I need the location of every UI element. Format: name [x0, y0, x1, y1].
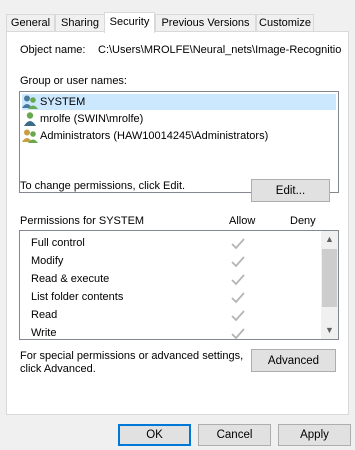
- ok-button[interactable]: OK: [118, 424, 191, 446]
- allow-column-header: Allow: [229, 215, 256, 227]
- advanced-button[interactable]: Advanced: [251, 349, 336, 372]
- permissions-scrollbar[interactable]: ▲ ▼: [321, 231, 338, 339]
- group-user-list[interactable]: SYSTEM mrolfe (SWIN\mrolfe) Administrato…: [19, 91, 339, 193]
- allow-checkmark-icon: [231, 292, 245, 304]
- tab-previous-versions[interactable]: Previous Versions: [155, 14, 256, 31]
- list-item-label: SYSTEM: [40, 96, 86, 108]
- object-name-label: Object name:: [20, 44, 86, 56]
- allow-checkmark-icon: [231, 256, 245, 268]
- group-user-names-label: Group or user names:: [20, 75, 127, 87]
- allow-checkmark-icon: [231, 328, 245, 339]
- permission-row-full-control: Full control: [31, 234, 85, 252]
- list-item-system[interactable]: SYSTEM: [22, 94, 336, 110]
- allow-checkmark-icon: [231, 310, 245, 322]
- user-group-icon: [22, 128, 38, 144]
- allow-checkmark-icon: [231, 274, 245, 286]
- permission-row-list-folder-contents: List folder contents: [31, 288, 123, 306]
- apply-button[interactable]: Apply: [278, 424, 351, 446]
- object-name-value: C:\Users\MROLFE\Neural_nets\Image-Recogn…: [98, 44, 342, 56]
- advanced-text-line2: click Advanced.: [20, 363, 96, 375]
- tab-general[interactable]: General: [6, 14, 55, 31]
- user-group-icon: [22, 94, 38, 110]
- edit-button[interactable]: Edit...: [251, 179, 330, 202]
- change-permissions-text: To change permissions, click Edit.: [20, 180, 186, 192]
- permission-row-read-execute: Read & execute: [31, 270, 109, 288]
- permission-label: Modify: [31, 255, 64, 267]
- deny-column-header: Deny: [290, 215, 316, 227]
- permission-label: Read: [31, 309, 58, 321]
- tab-customize[interactable]: Customize: [256, 14, 314, 31]
- permissions-list: Full control Modify Read & execute List …: [19, 230, 339, 340]
- permission-label: List folder contents: [31, 291, 124, 303]
- scrollbar-thumb[interactable]: [322, 249, 337, 307]
- cancel-button[interactable]: Cancel: [198, 424, 271, 446]
- list-item-administrators[interactable]: Administrators (HAW10014245\Administrato…: [22, 128, 268, 144]
- permission-label: Read & execute: [31, 273, 110, 285]
- permission-row-modify: Modify: [31, 252, 63, 270]
- advanced-text-line1: For special permissions or advanced sett…: [20, 350, 244, 362]
- list-item-label: mrolfe (SWIN\mrolfe): [40, 113, 144, 125]
- scroll-up-arrow-icon[interactable]: ▲: [321, 231, 338, 248]
- permission-row-read: Read: [31, 306, 57, 324]
- permission-label: Write: [31, 327, 57, 339]
- list-item-label: Administrators (HAW10014245\Administrato…: [40, 130, 269, 142]
- permission-label: Full control: [31, 237, 85, 249]
- permission-row-write: Write: [31, 324, 57, 339]
- allow-checkmark-icon: [231, 238, 245, 250]
- user-icon: [22, 111, 38, 127]
- tab-security[interactable]: Security: [104, 12, 155, 33]
- security-panel: Object name: C:\Users\MROLFE\Neural_nets…: [6, 31, 349, 415]
- scroll-down-arrow-icon[interactable]: ▼: [321, 322, 338, 339]
- permissions-header: Permissions for SYSTEM: [20, 215, 145, 227]
- list-item-mrolfe[interactable]: mrolfe (SWIN\mrolfe): [22, 111, 143, 127]
- tab-sharing[interactable]: Sharing: [55, 14, 105, 31]
